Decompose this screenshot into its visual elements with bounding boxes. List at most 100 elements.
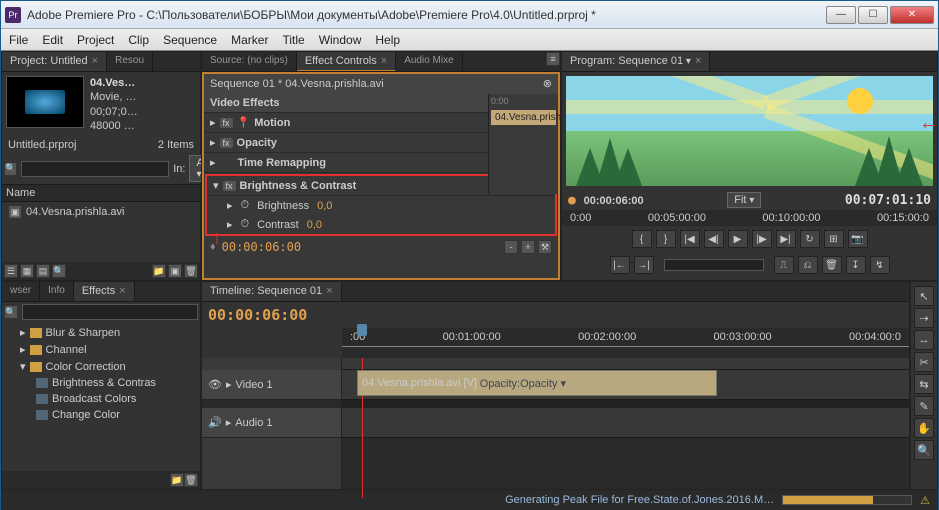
eye-icon[interactable]: 👁 — [208, 378, 222, 391]
bin-item[interactable]: ▣ 04.Vesna.prishla.avi — [2, 202, 200, 222]
find-icon[interactable]: 🔍 — [52, 264, 66, 278]
menu-help[interactable]: Help — [375, 33, 400, 47]
menu-clip[interactable]: Clip — [128, 33, 149, 47]
param-brightness[interactable]: ▸⏱ Brightness 0,0 — [207, 196, 555, 215]
zoom-in-icon[interactable]: + — [521, 240, 535, 254]
list-view-icon[interactable]: ☰ — [4, 264, 18, 278]
stopwatch-icon[interactable]: ⏱ — [241, 199, 250, 212]
effects-search-input[interactable] — [22, 304, 198, 320]
ec-timecode[interactable]: 00:00:06:00 — [222, 240, 301, 254]
step-back-button[interactable]: ◀| — [704, 230, 724, 248]
menu-project[interactable]: Project — [77, 33, 114, 47]
menu-marker[interactable]: Marker — [231, 33, 268, 47]
menu-file[interactable]: File — [9, 33, 28, 47]
stopwatch-icon[interactable]: ⏱ — [241, 218, 250, 231]
next-edit-button[interactable]: →| — [634, 256, 654, 274]
minimize-button[interactable]: — — [826, 6, 856, 24]
tab-timeline[interactable]: Timeline: Sequence 01× — [202, 282, 342, 301]
tab-effect-controls[interactable]: Effect Controls× — [297, 52, 396, 71]
pen-tool[interactable]: ✎ — [914, 396, 934, 416]
panel-menu-icon[interactable]: ≡ — [546, 52, 560, 66]
menu-window[interactable]: Window — [319, 33, 362, 47]
razor-tool[interactable]: ✂ — [914, 352, 934, 372]
menu-title[interactable]: Title — [282, 33, 304, 47]
fx-folder-channel[interactable]: ▸ Channel — [4, 341, 198, 358]
icon-view-icon[interactable]: ▦ — [20, 264, 34, 278]
hand-tool[interactable]: ✋ — [914, 418, 934, 438]
timeline-clip-video[interactable]: 04.Vesna.prishla.avi [V] Opacity:Opacity… — [357, 370, 717, 396]
automate-icon[interactable]: ▤ — [36, 264, 50, 278]
new-item-icon[interactable]: ▣ — [168, 264, 182, 278]
lift-button[interactable]: ⎍ — [774, 256, 794, 274]
goto-out-button[interactable]: ▶| — [776, 230, 796, 248]
prev-edit-button[interactable]: |← — [610, 256, 630, 274]
loop-button[interactable]: ↻ — [800, 230, 820, 248]
safe-margins-button[interactable]: ⊞ — [824, 230, 844, 248]
menu-sequence[interactable]: Sequence — [163, 33, 217, 47]
jog-slider[interactable] — [664, 259, 764, 271]
delete-icon[interactable]: 🗑 — [184, 264, 198, 278]
playhead-icon[interactable] — [357, 324, 367, 336]
tab-program[interactable]: Program: Sequence 01 ▾× — [562, 52, 710, 71]
set-out-button[interactable]: } — [656, 230, 676, 248]
play-button[interactable]: ▶ — [728, 230, 748, 248]
chevron-icon[interactable]: ⊗ — [543, 77, 552, 90]
search-input[interactable] — [21, 161, 169, 177]
zoom-fit-select[interactable]: Fit ▾ — [727, 192, 761, 208]
tab-source[interactable]: Source: (no clips) — [202, 52, 297, 71]
overwrite-button[interactable]: ↯ — [870, 256, 890, 274]
new-bin-icon[interactable]: 📁 — [152, 264, 166, 278]
new-bin-icon[interactable]: 📁 — [170, 473, 184, 487]
slip-tool[interactable]: ⇆ — [914, 374, 934, 394]
wrench-icon[interactable]: ⚒ — [538, 240, 552, 254]
step-fwd-button[interactable]: |▶ — [752, 230, 772, 248]
menu-edit[interactable]: Edit — [42, 33, 63, 47]
program-time-ruler[interactable]: 0:0000:05:00:00 00:10:00:0000:15:00:0 — [562, 210, 937, 226]
fx-folder-blur[interactable]: ▸ Blur & Sharpen — [4, 324, 198, 341]
project-panel: Project: Untitled× Resou 04.Ves… Movie, … — [1, 51, 201, 281]
export-frame-button[interactable]: 📷 — [848, 230, 868, 248]
timeline-panel: Timeline: Sequence 01× 00:00:06:00 :0000… — [201, 281, 910, 490]
goto-in-button[interactable]: |◀ — [680, 230, 700, 248]
contrast-value[interactable]: 0,0 — [307, 219, 322, 231]
timeline-timecode[interactable]: 00:00:06:00 — [208, 306, 307, 324]
brightness-value[interactable]: 0,0 — [317, 200, 332, 212]
tab-effects[interactable]: Effects× — [74, 282, 135, 301]
set-in-button[interactable]: { — [632, 230, 652, 248]
speaker-icon[interactable]: 🔊 — [208, 416, 222, 429]
fx-folder-color[interactable]: ▾ Color Correction — [4, 358, 198, 375]
param-contrast[interactable]: ▸⏱ Contrast 0,0 — [207, 215, 555, 234]
track-video-1[interactable]: 👁▸ Video 1 — [202, 370, 341, 400]
fx-broadcast-colors[interactable]: Broadcast Colors — [4, 391, 198, 407]
program-current-tc[interactable]: 00:00:06:00 — [584, 195, 644, 207]
extract-button[interactable]: ⎌ — [798, 256, 818, 274]
insert-button[interactable]: ↧ — [846, 256, 866, 274]
menubar: File Edit Project Clip Sequence Marker T… — [1, 29, 938, 51]
track-select-tool[interactable]: ⇢ — [914, 308, 934, 328]
tab-audio-mixer[interactable]: Audio Mixe — [396, 52, 462, 71]
selection-tool[interactable]: ↖ — [914, 286, 934, 306]
tab-resource[interactable]: Resou — [107, 52, 153, 71]
ripple-tool[interactable]: ↔ — [914, 330, 934, 350]
program-monitor-panel: Program: Sequence 01 ▾× ● 00:00:06:00 Fi… — [561, 51, 938, 281]
warning-icon[interactable]: ⚠ — [920, 494, 930, 507]
tab-project[interactable]: Project: Untitled× — [2, 52, 107, 71]
delete-icon[interactable]: 🗑 — [184, 473, 198, 487]
zoom-tool[interactable]: 🔍 — [914, 440, 934, 460]
column-name[interactable]: Name — [2, 184, 200, 202]
close-button[interactable]: ✕ — [890, 6, 934, 24]
tab-browser[interactable]: wser — [2, 282, 40, 301]
tab-info[interactable]: Info — [40, 282, 74, 301]
fx-change-color[interactable]: Change Color — [4, 407, 198, 423]
zoom-out-icon[interactable]: - — [504, 240, 518, 254]
track-audio-1[interactable]: 🔊▸ Audio 1 — [202, 408, 341, 438]
program-monitor[interactable] — [566, 76, 933, 186]
search-icon[interactable]: 🔍 — [4, 162, 17, 176]
pin-icon[interactable]: 📍 — [237, 116, 251, 129]
fx-brightness-contrast[interactable]: Brightness & Contras — [4, 375, 198, 391]
timeline-ruler[interactable]: :0000:01:00:00 00:02:00:0000:03:00:00 00… — [342, 328, 909, 346]
search-in-label: In: — [173, 163, 185, 175]
trash-button[interactable]: 🗑 — [822, 256, 842, 274]
maximize-button[interactable]: ☐ — [858, 6, 888, 24]
search-icon[interactable]: 🔍 — [4, 305, 18, 319]
